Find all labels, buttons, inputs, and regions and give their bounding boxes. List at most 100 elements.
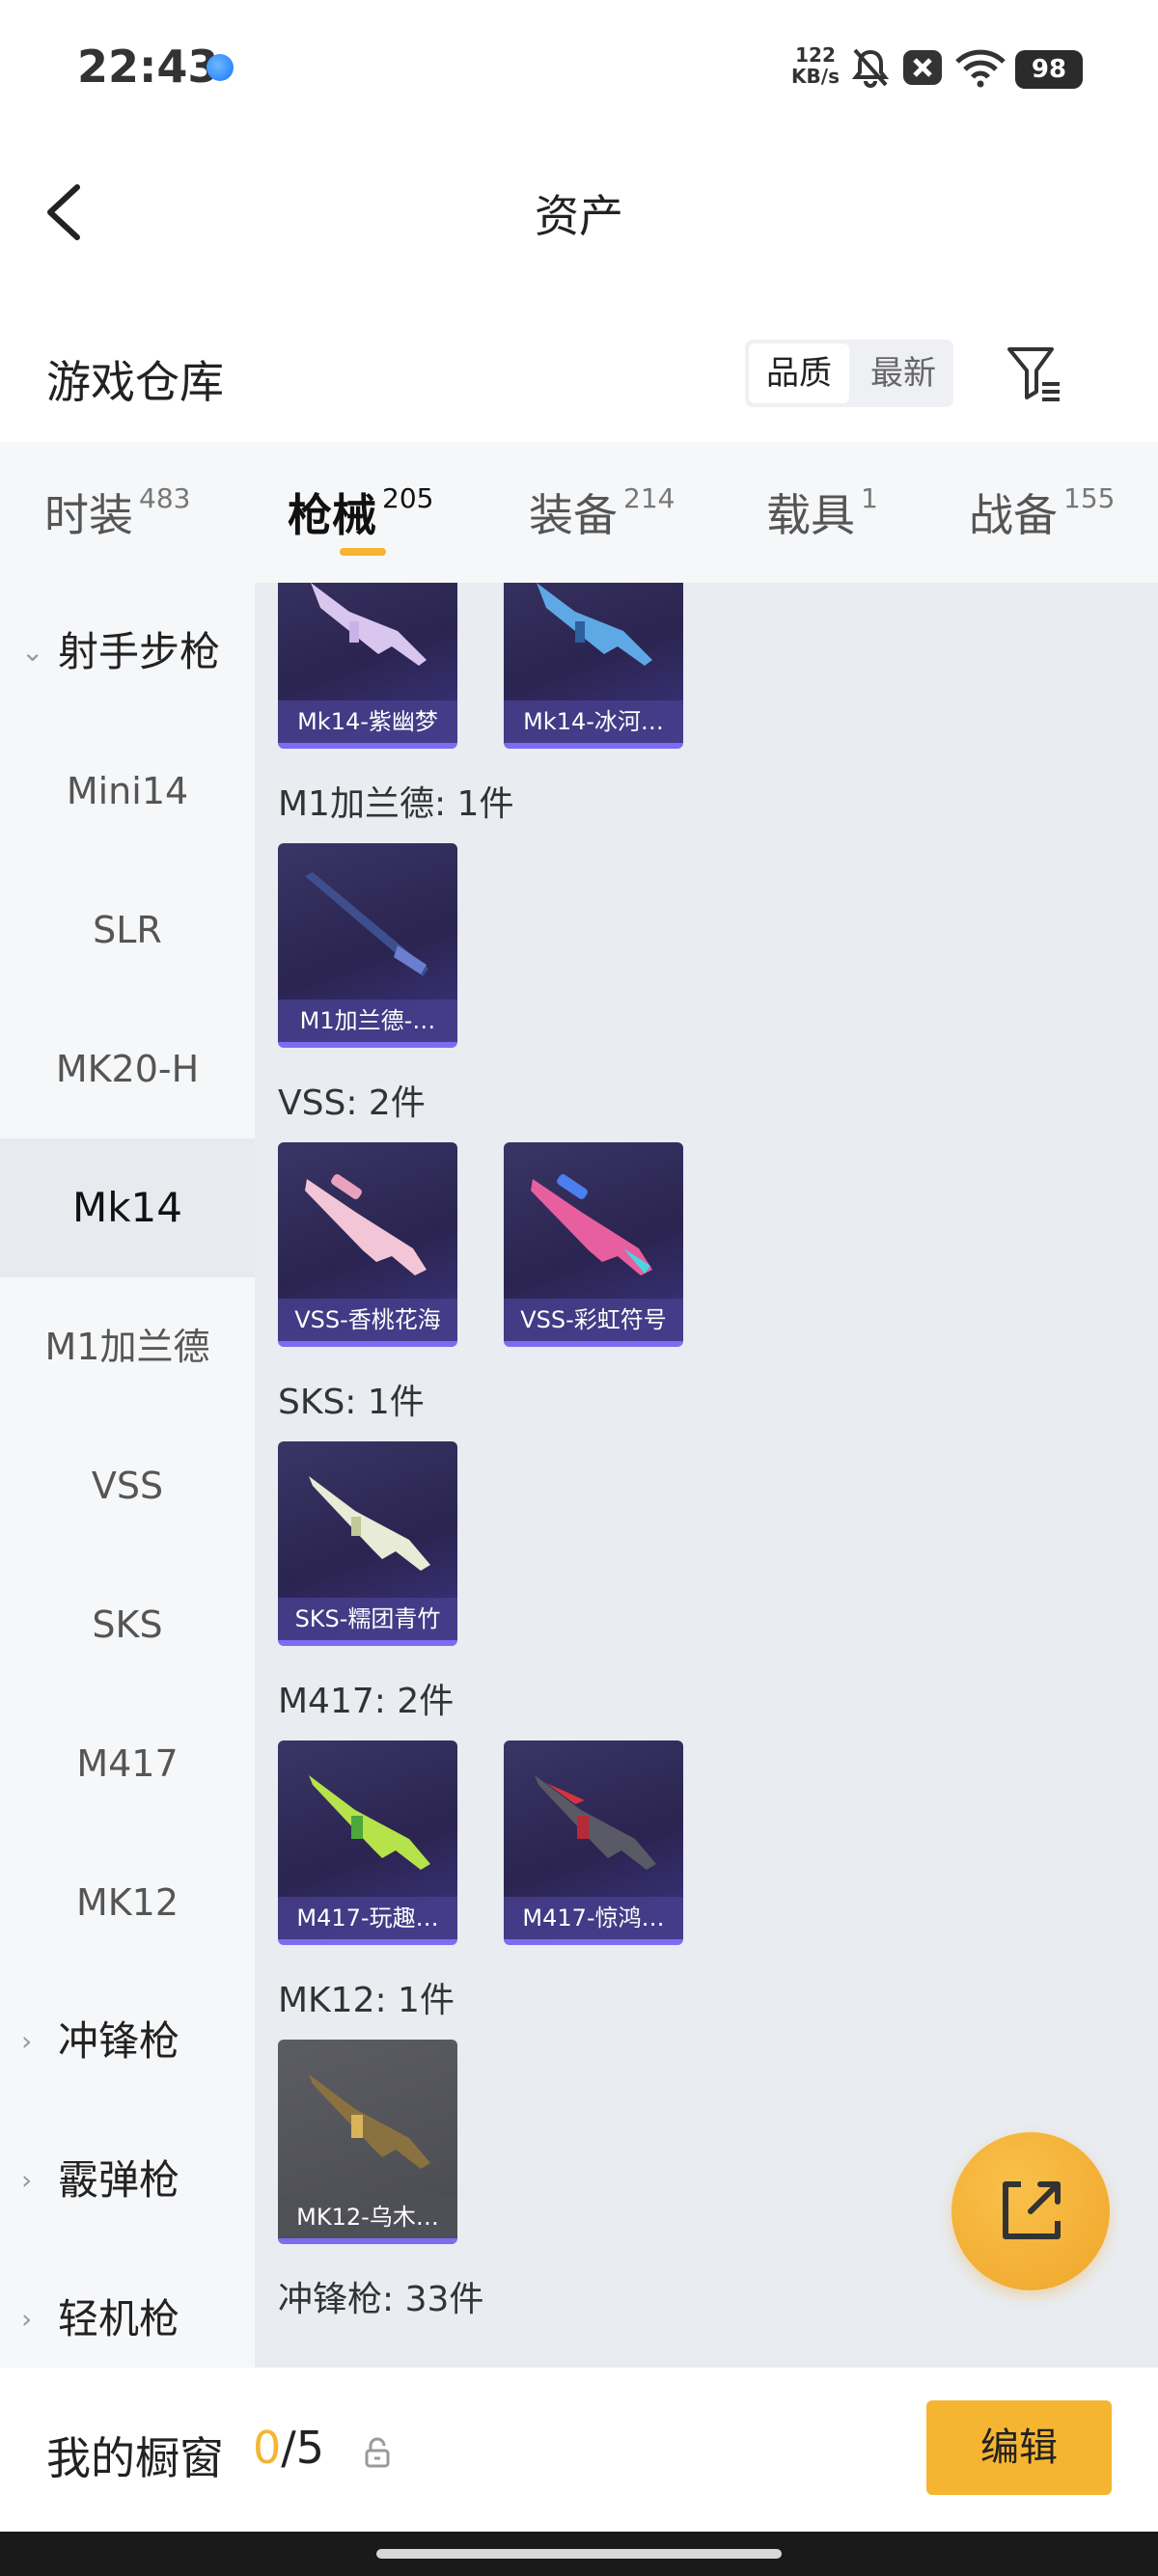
wifi-icon xyxy=(955,49,1006,88)
edit-button[interactable]: 编辑 xyxy=(926,2400,1112,2495)
app-dot-icon xyxy=(207,54,234,81)
section-label-smg: 冲锋枪: 33件 xyxy=(278,2280,484,2319)
system-nav-bar xyxy=(0,2532,1158,2576)
rifle-skin-image xyxy=(305,1174,427,1275)
item-card[interactable]: MK12-乌木… xyxy=(278,2040,457,2244)
sidebar-group-label: 霰弹枪 xyxy=(58,2156,180,2204)
tab-label: 时装 xyxy=(44,489,133,541)
battery-icon: 98 xyxy=(1015,50,1083,89)
item-name: Mk14-紫幽梦 xyxy=(278,700,457,743)
tab-battle-gear[interactable]: 战备 155 xyxy=(969,480,1115,544)
sidebar-item-mk14[interactable]: Mk14 xyxy=(0,1138,255,1277)
section-label-m417: M417: 2件 xyxy=(278,1682,455,1721)
weapon-sidebar: ⌄ 射手步枪 Mini14 SLR MK20-H Mk14 M1加兰德 VSS … xyxy=(0,583,255,2368)
sort-toggle: 品质 最新 xyxy=(745,340,953,407)
chevron-down-icon: ⌄ xyxy=(21,636,44,668)
sidebar-item-mk20h[interactable]: MK20-H xyxy=(0,1000,255,1138)
network-speed: 122 KB/s xyxy=(786,44,844,87)
sidebar-item-mini14[interactable]: Mini14 xyxy=(0,722,255,861)
section-label-mk12: MK12: 1件 xyxy=(278,1981,455,2020)
item-card[interactable]: M417-玩趣… xyxy=(278,1740,457,1945)
tab-vehicles[interactable]: 载具 1 xyxy=(766,480,878,544)
chevron-right-icon: › xyxy=(21,2025,33,2057)
filter-icon[interactable] xyxy=(1004,342,1067,405)
tab-label: 枪械 xyxy=(288,489,376,541)
share-button[interactable] xyxy=(951,2132,1110,2290)
lock-icon xyxy=(365,2437,390,2468)
sidebar-group-label: 轻机枪 xyxy=(58,2295,180,2343)
tab-count: 205 xyxy=(382,482,434,514)
tab-label: 战备 xyxy=(969,489,1058,541)
chevron-right-icon: › xyxy=(21,2303,33,2335)
showcase-total: /5 xyxy=(281,2422,325,2474)
rifle-skin-image xyxy=(305,872,428,976)
item-name: M1加兰德-… xyxy=(278,1000,457,1042)
rifle-skin-image xyxy=(309,1476,430,1571)
sidebar-group-label: 冲锋枪 xyxy=(58,2017,180,2065)
item-grid: Mk14-紫幽梦 Mk14-冰河… M1加兰德: 1件 M1加兰德-… VSS:… xyxy=(255,583,1158,2368)
mute-bell-icon xyxy=(851,48,890,88)
item-card[interactable]: SKS-糯团青竹 xyxy=(278,1441,457,1646)
active-tab-indicator xyxy=(340,548,386,556)
item-name: M417-惊鸿… xyxy=(504,1897,683,1939)
network-speed-unit: KB/s xyxy=(791,65,840,88)
item-name: VSS-彩虹符号 xyxy=(504,1299,683,1341)
sidebar-group-smg[interactable]: › 冲锋枪 xyxy=(0,1972,255,2111)
showcase-count: 0/5 xyxy=(253,2422,324,2474)
rifle-skin-image xyxy=(311,583,427,666)
showcase-label: 我的橱窗 xyxy=(46,2432,224,2484)
category-tabs: 时装 483 枪械 205 装备 214 载具 1 战备 155 xyxy=(0,442,1158,583)
sidebar-item-m1-garand[interactable]: M1加兰德 xyxy=(0,1277,255,1416)
sidebar-item-sks[interactable]: SKS xyxy=(0,1555,255,1694)
item-card[interactable]: Mk14-紫幽梦 xyxy=(278,583,457,749)
rifle-skin-image xyxy=(537,583,652,666)
tab-count: 214 xyxy=(623,482,676,514)
item-card[interactable]: Mk14-冰河… xyxy=(504,583,683,749)
sidebar-item-mk12[interactable]: MK12 xyxy=(0,1833,255,1972)
item-card[interactable]: VSS-香桃花海 xyxy=(278,1142,457,1347)
network-speed-value: 122 xyxy=(795,43,836,67)
tab-count: 483 xyxy=(139,482,191,514)
tab-label: 装备 xyxy=(529,489,618,541)
item-name: MK12-乌木… xyxy=(278,2196,457,2238)
item-card[interactable]: M417-惊鸿… xyxy=(504,1740,683,1945)
sidebar-group-lmg[interactable]: › 轻机枪 xyxy=(0,2250,255,2368)
status-bar: 22:43 122 KB/s 98 xyxy=(0,0,1158,145)
tab-firearms[interactable]: 枪械 205 xyxy=(288,480,433,544)
sidebar-item-slr[interactable]: SLR xyxy=(0,861,255,1000)
status-time: 22:43 xyxy=(77,41,219,93)
section-label-m1-garand: M1加兰德: 1件 xyxy=(278,784,514,824)
sort-option-newest[interactable]: 最新 xyxy=(853,340,953,407)
rifle-skin-image xyxy=(531,1174,652,1275)
sidebar-group-marksman[interactable]: ⌄ 射手步枪 xyxy=(0,583,255,722)
section-label-sks: SKS: 1件 xyxy=(278,1383,425,1422)
showcase-current: 0 xyxy=(253,2422,282,2474)
home-indicator[interactable] xyxy=(376,2549,782,2559)
tab-label: 载具 xyxy=(766,489,855,541)
section-label-vss: VSS: 2件 xyxy=(278,1083,426,1123)
warehouse-title: 游戏仓库 xyxy=(46,356,224,408)
tab-count: 1 xyxy=(861,482,878,514)
page-title: 资产 xyxy=(535,190,623,242)
share-external-icon xyxy=(1003,2181,1061,2239)
bottom-bar: 我的橱窗 0/5 编辑 xyxy=(0,2368,1158,2532)
rifle-skin-image xyxy=(309,1775,430,1870)
sidebar-item-m417[interactable]: M417 xyxy=(0,1694,255,1833)
item-card[interactable]: VSS-彩虹符号 xyxy=(504,1142,683,1347)
tab-equipment[interactable]: 装备 214 xyxy=(529,480,675,544)
chevron-right-icon: › xyxy=(21,2164,33,2196)
rifle-skin-image xyxy=(309,2074,430,2169)
item-name: M417-玩趣… xyxy=(278,1897,457,1939)
tab-count: 155 xyxy=(1063,482,1116,514)
rifle-skin-image xyxy=(535,1775,656,1870)
item-card[interactable]: M1加兰德-… xyxy=(278,843,457,1048)
sort-option-quality[interactable]: 品质 xyxy=(749,343,849,403)
close-box-icon xyxy=(903,50,942,85)
item-name: VSS-香桃花海 xyxy=(278,1299,457,1341)
item-name: Mk14-冰河… xyxy=(504,700,683,743)
sidebar-group-shotgun[interactable]: › 霰弹枪 xyxy=(0,2111,255,2250)
sidebar-group-label: 射手步枪 xyxy=(58,628,221,675)
tab-fashion[interactable]: 时装 483 xyxy=(44,480,190,544)
item-name: SKS-糯团青竹 xyxy=(278,1598,457,1640)
sidebar-item-vss[interactable]: VSS xyxy=(0,1416,255,1555)
